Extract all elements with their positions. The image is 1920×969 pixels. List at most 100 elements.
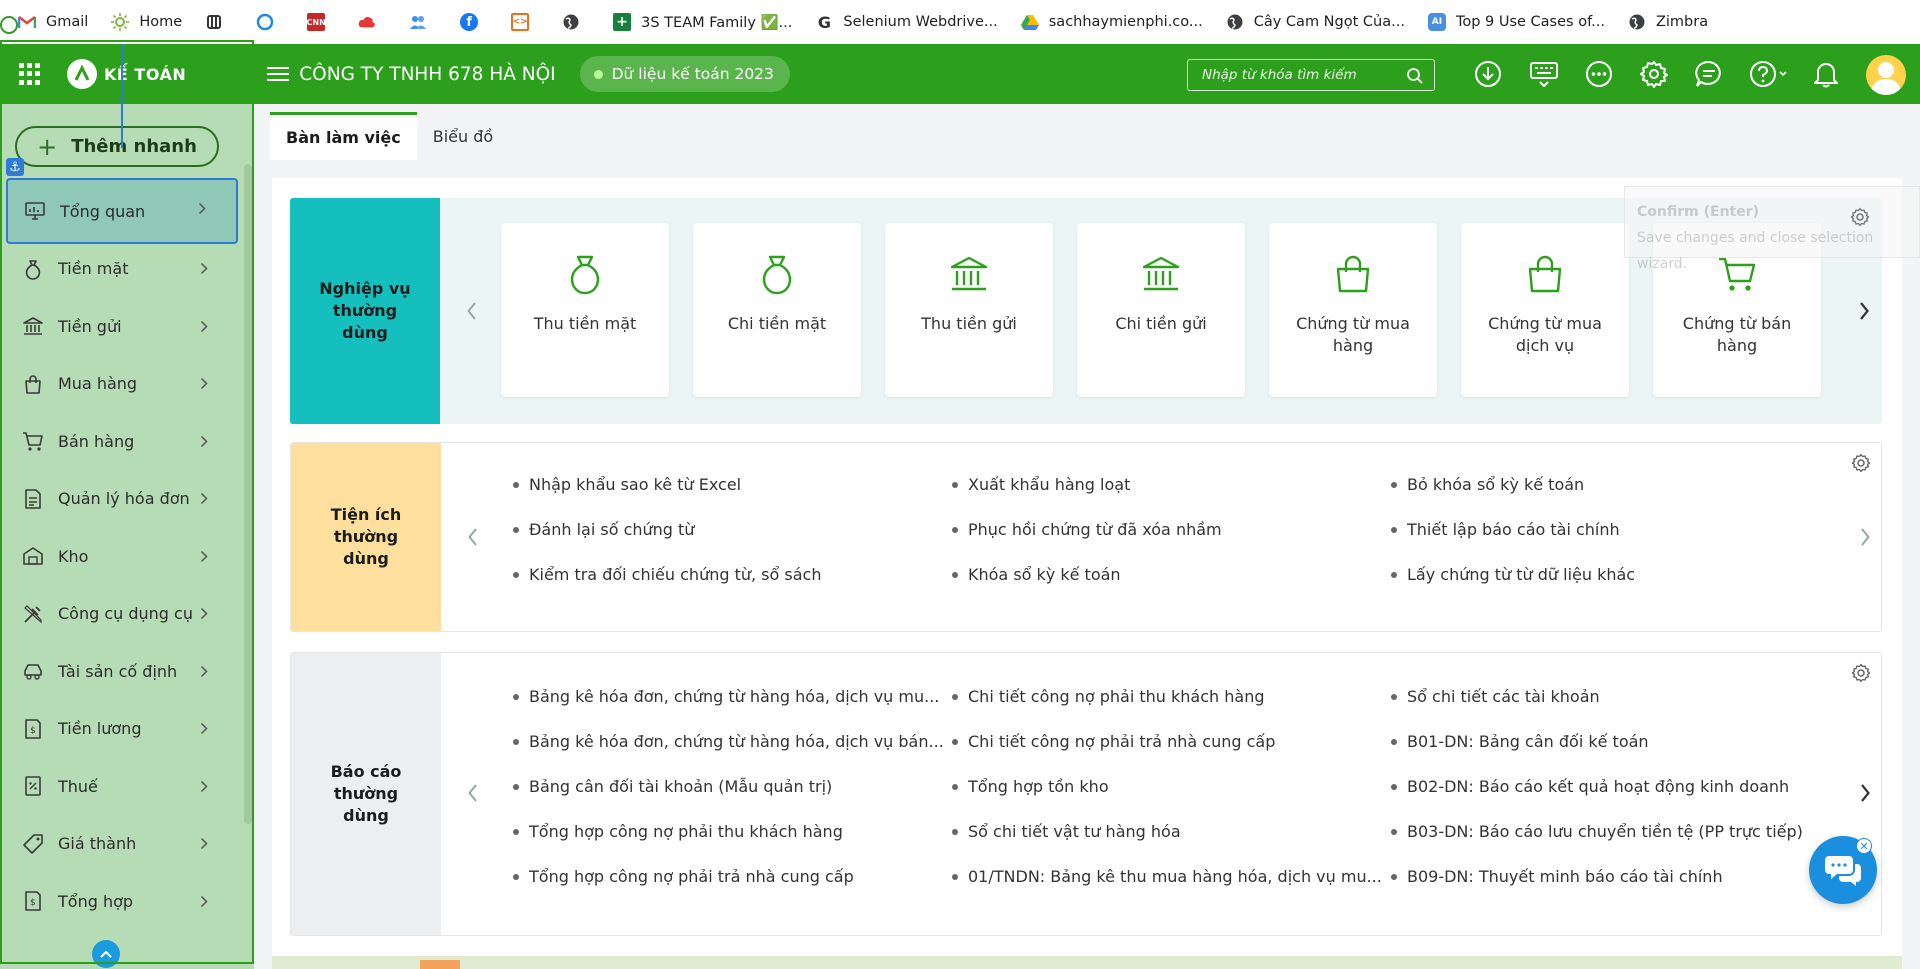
report-link[interactable]: B02-DN: Báo cáo kết quả hoạt động kinh d…: [1391, 777, 1789, 796]
chevron-left-icon[interactable]: [463, 527, 483, 547]
op-card-chung-tu-mua-hang[interactable]: Chứng từ mua hàng: [1269, 223, 1437, 397]
section-settings-gear-icon[interactable]: [1851, 663, 1871, 683]
sidebar-item-mua-hang[interactable]: Mua hàng: [0, 355, 244, 413]
op-card-chi-tien-gui[interactable]: Chi tiền gửi: [1077, 223, 1245, 397]
report-link[interactable]: Bảng kê hóa đơn, chứng từ hàng hóa, dịch…: [513, 732, 944, 751]
sidebar-item-kho[interactable]: Kho: [0, 528, 244, 586]
utility-link[interactable]: Nhập khẩu sao kê từ Excel: [513, 475, 741, 494]
chevron-right-icon[interactable]: [1855, 527, 1875, 547]
report-link[interactable]: Tổng hợp công nợ phải trả nhà cung cấp: [513, 867, 854, 886]
sidebar-item-thue[interactable]: Thuế: [0, 758, 244, 816]
settings-gear-icon[interactable]: [1638, 58, 1670, 90]
sidebar-item-tai-san-co-dinh[interactable]: Tài sản cố định: [0, 643, 244, 701]
report-link[interactable]: Sổ chi tiết vật tư hàng hóa: [952, 822, 1181, 841]
chevron-right-icon[interactable]: [1854, 301, 1874, 321]
sidebar-item-gia-thanh[interactable]: Giá thành: [0, 815, 244, 873]
utility-link[interactable]: Thiết lập báo cáo tài chính: [1391, 520, 1620, 539]
report-link[interactable]: B03-DN: Báo cáo lưu chuyển tiền tệ (PP t…: [1391, 822, 1803, 841]
tab-bieu-do[interactable]: Biểu đồ: [417, 112, 509, 160]
utility-link[interactable]: Lấy chứng từ từ dữ liệu khác: [1391, 565, 1635, 584]
chevron-right-icon: [200, 722, 208, 735]
tab-bar: Bàn làm việc Biểu đồ: [270, 104, 1920, 160]
ops-settings-gear-icon[interactable]: [1850, 207, 1870, 227]
bookmark-cnn[interactable]: CNN: [307, 13, 335, 31]
chevron-left-icon[interactable]: [462, 301, 482, 321]
keyboard-icon[interactable]: [1528, 58, 1560, 90]
chevron-right-icon[interactable]: [1855, 783, 1875, 803]
help-icon[interactable]: [1748, 58, 1792, 90]
op-card-thu-tien-gui[interactable]: Thu tiền gửi: [885, 223, 1053, 397]
report-link[interactable]: Chi tiết công nợ phải thu khách hàng: [952, 687, 1265, 706]
sidebar-item-tong-quan[interactable]: Tổng quan: [6, 178, 238, 244]
report-link[interactable]: Bảng kê hóa đơn, chứng từ hàng hóa, dịch…: [513, 687, 939, 706]
bookmark-selenium[interactable]: G Selenium Webdrive...: [815, 13, 998, 32]
report-link[interactable]: Tổng hợp tồn kho: [952, 777, 1109, 796]
op-card-chi-tien-mat[interactable]: Chi tiền mặt: [693, 223, 861, 397]
bookmark-globe[interactable]: [562, 13, 590, 31]
sidebar-item-tong-hop[interactable]: $ Tổng hợp: [0, 873, 244, 931]
bookmark-gmail[interactable]: Gmail: [18, 13, 88, 31]
close-chat-icon[interactable]: ✕: [1856, 838, 1872, 854]
report-link[interactable]: B01-DN: Bảng cân đối kế toán: [1391, 732, 1649, 751]
shopping-bag-icon: [1336, 255, 1370, 293]
report-link[interactable]: Bảng cân đối tài khoản (Mẫu quản trị): [513, 777, 832, 796]
utility-link[interactable]: Khóa sổ kỳ kế toán: [952, 565, 1121, 584]
bookmark-xml[interactable]: <>: [511, 13, 539, 31]
bookmark-tool[interactable]: [205, 13, 233, 31]
op-card-thu-tien-mat[interactable]: Thu tiền mặt: [501, 223, 669, 397]
menu-toggle-icon[interactable]: [267, 67, 290, 81]
company-name[interactable]: CÔNG TY TNHH 678 HÀ NỘI: [299, 64, 555, 85]
section-settings-gear-icon[interactable]: [1851, 453, 1871, 473]
bookmark-cloud[interactable]: [358, 13, 386, 31]
apps-grid-icon[interactable]: [19, 63, 41, 85]
op-card-chung-tu-mua-dich-vu[interactable]: Chứng từ mua dịch vụ: [1461, 223, 1629, 397]
bookmark-people[interactable]: [409, 13, 437, 31]
summary-icon: $: [25, 891, 41, 912]
report-link[interactable]: Tổng hợp công nợ phải thu khách hàng: [513, 822, 843, 841]
bookmark-sachhay[interactable]: sachhaymienphi.co...: [1020, 13, 1203, 31]
chevron-left-icon[interactable]: [463, 783, 483, 803]
utility-link[interactable]: Bỏ khóa sổ kỳ kế toán: [1391, 475, 1584, 494]
chat-icon[interactable]: [1693, 58, 1725, 90]
notification-bell-icon[interactable]: [1810, 58, 1842, 90]
utility-link[interactable]: Kiểm tra đối chiếu chứng từ, sổ sách: [513, 565, 821, 584]
search-icon[interactable]: [1406, 67, 1424, 85]
bookmark-label: sachhaymienphi.co...: [1048, 14, 1203, 30]
bookmark-top9[interactable]: AI Top 9 Use Cases of...: [1427, 13, 1605, 31]
report-link[interactable]: B09-DN: Thuyết minh báo cáo tài chính: [1391, 867, 1723, 886]
report-link[interactable]: Chi tiết công nợ phải trả nhà cung cấp: [952, 732, 1275, 751]
sidebar-item-cong-cu-dung-cu[interactable]: Công cụ dụng cụ: [0, 585, 244, 643]
sidebar-item-label: Kho: [58, 546, 89, 566]
sidebar-item-quan-ly-hoa-don[interactable]: Quản lý hóa đơn: [0, 470, 244, 528]
utility-link[interactable]: Đánh lại số chứng từ: [513, 520, 694, 539]
sidebar-scrollbar[interactable]: [244, 164, 252, 824]
sidebar-item-tien-luong[interactable]: $ Tiền lương: [0, 700, 244, 758]
bookmark-home[interactable]: Home: [111, 13, 182, 31]
bookmark-facebook[interactable]: f: [460, 13, 488, 31]
sidebar-item-tien-gui[interactable]: Tiền gửi: [0, 298, 244, 356]
search-input[interactable]: [1200, 66, 1400, 84]
bookmark-cay-cam[interactable]: Cây Cam Ngọt Của...: [1226, 13, 1405, 31]
sidebar-item-tien-mat[interactable]: Tiền mặt: [0, 240, 244, 298]
bank-icon: [1142, 256, 1180, 291]
bookmark-ring[interactable]: [256, 13, 284, 31]
report-link[interactable]: 01/TNDN: Bảng kê thu mua hàng hóa, dịch …: [952, 867, 1382, 886]
report-link[interactable]: Sổ chi tiết các tài khoản: [1391, 687, 1600, 706]
quick-add-button[interactable]: + Thêm nhanh: [15, 126, 219, 167]
anchor-icon[interactable]: ⚓: [6, 158, 24, 176]
tab-ban-lam-viec[interactable]: Bàn làm việc: [270, 112, 417, 160]
bottom-accent: [420, 960, 460, 969]
dataset-badge[interactable]: Dữ liệu kế toán 2023: [579, 56, 790, 92]
bookmark-zimbra[interactable]: Zimbra: [1628, 13, 1708, 31]
utility-link[interactable]: Phục hồi chứng từ đã xóa nhầm: [952, 520, 1222, 539]
avatar[interactable]: [1866, 55, 1906, 95]
utility-link[interactable]: Xuất khẩu hàng loạt: [952, 475, 1130, 494]
download-icon[interactable]: [1472, 58, 1504, 90]
sidebar-item-ban-hang[interactable]: Bán hàng: [0, 413, 244, 471]
app-logo[interactable]: KẾ TOÁN: [67, 59, 186, 89]
card-label: Chi tiền mặt: [727, 314, 827, 333]
chevron-right-icon: [198, 202, 206, 215]
more-icon[interactable]: [1583, 58, 1615, 90]
bookmark-3s-team[interactable]: + 3S TEAM Family ✅...: [613, 13, 792, 31]
scroll-up-button[interactable]: [92, 940, 120, 968]
